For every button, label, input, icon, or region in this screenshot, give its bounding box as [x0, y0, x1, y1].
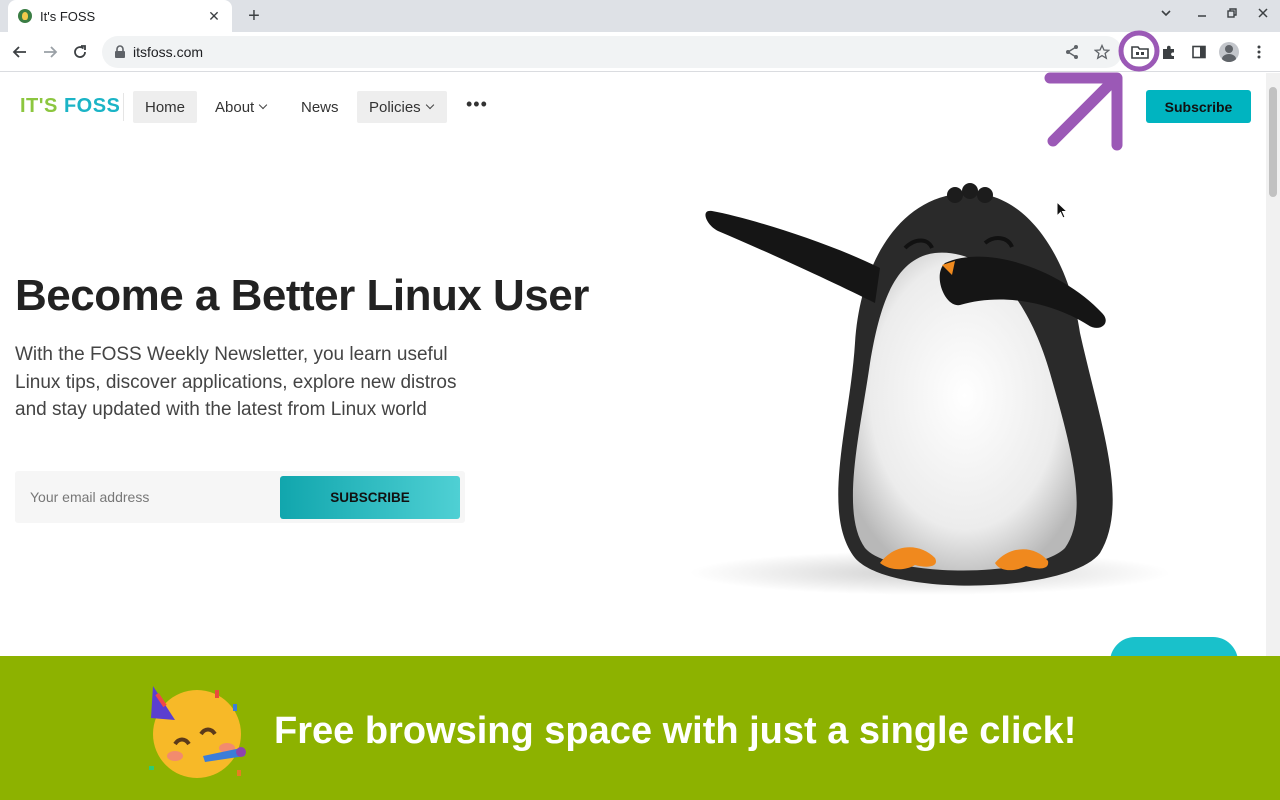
- new-tab-button[interactable]: +: [244, 6, 264, 26]
- nav-home[interactable]: Home: [133, 91, 198, 123]
- profile-icon: [1219, 42, 1239, 62]
- profile-avatar[interactable]: [1217, 40, 1241, 64]
- logo-text-its: IT'S: [20, 95, 64, 117]
- nav-home-label: Home: [145, 98, 186, 116]
- scrollbar-thumb[interactable]: [1269, 87, 1277, 197]
- hero-title: Become a Better Linux User: [15, 271, 589, 320]
- email-field[interactable]: [15, 471, 280, 523]
- hero-description: With the FOSS Weekly Newsletter, you lea…: [15, 344, 457, 420]
- bookmark-star-icon[interactable]: [1093, 43, 1111, 60]
- browser-menu-icon[interactable]: [1247, 40, 1271, 64]
- nav-policies-label: Policies: [369, 98, 421, 116]
- logo-text-foss: FOSS: [63, 95, 121, 117]
- more-menu-icon[interactable]: •••: [466, 95, 488, 113]
- chevron-down-icon: [425, 100, 434, 110]
- page-viewport: IT'S FOSS Home About News Policies ••• S…: [0, 73, 1280, 656]
- page-scrollbar[interactable]: [1266, 73, 1280, 656]
- forward-icon[interactable]: [38, 40, 62, 64]
- newsletter-form: SUBSCRIBE: [15, 471, 465, 523]
- reload-icon[interactable]: [68, 40, 92, 64]
- url-text: itsfoss.com: [133, 44, 204, 60]
- site-favicon-icon: [18, 9, 32, 23]
- back-icon[interactable]: [8, 40, 32, 64]
- side-panel-icon[interactable]: [1187, 40, 1211, 64]
- share-icon[interactable]: [1064, 44, 1080, 60]
- promo-banner: Free browsing space with just a single c…: [0, 656, 1280, 800]
- close-tab-icon[interactable]: ✕: [206, 8, 222, 25]
- nav-news[interactable]: News: [289, 91, 351, 123]
- chat-widget-button[interactable]: [1110, 637, 1238, 656]
- mouse-cursor-icon: [1056, 201, 1068, 219]
- tab-manager-extension-icon[interactable]: [1128, 40, 1152, 64]
- extensions-puzzle-icon[interactable]: [1157, 40, 1181, 64]
- newsletter-subscribe-button[interactable]: SUBSCRIBE: [280, 476, 460, 519]
- nav-policies[interactable]: Policies: [357, 91, 447, 123]
- nav-about[interactable]: About: [203, 91, 278, 123]
- partying-face-emoji-icon: [149, 686, 246, 778]
- minimize-icon[interactable]: [1193, 7, 1211, 22]
- browser-tab[interactable]: It's FOSS ✕: [8, 0, 232, 32]
- site-logo[interactable]: IT'S FOSS: [20, 95, 120, 118]
- nav-news-label: News: [301, 98, 339, 116]
- header-subscribe-button[interactable]: Subscribe: [1146, 90, 1251, 123]
- tab-search-icon[interactable]: [1157, 7, 1175, 22]
- tab-strip: It's FOSS ✕ +: [0, 0, 1280, 32]
- chevron-down-icon: [258, 100, 268, 110]
- nav-divider: [123, 93, 124, 121]
- close-window-icon[interactable]: [1254, 7, 1272, 22]
- address-bar[interactable]: itsfoss.com: [102, 36, 1122, 68]
- restore-icon[interactable]: [1223, 7, 1241, 22]
- tab-title: It's FOSS: [40, 8, 96, 24]
- dabbing-penguin-illustration: [690, 183, 1170, 595]
- banner-headline: Free browsing space with just a single c…: [274, 710, 1077, 752]
- nav-about-label: About: [215, 98, 255, 116]
- browser-toolbar: itsfoss.com: [0, 32, 1280, 72]
- lock-icon[interactable]: [114, 45, 126, 64]
